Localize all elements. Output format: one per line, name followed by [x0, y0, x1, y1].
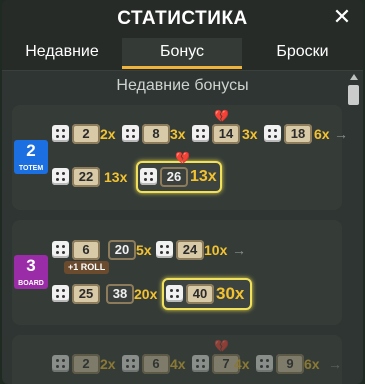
tab-bar: Недавние Бонус Броски	[2, 38, 363, 71]
roll-number: 20	[108, 240, 136, 260]
board-badge-icon: 3 BOARD	[14, 255, 48, 289]
roll-number: 25	[72, 284, 100, 304]
multiplier: 2x	[100, 126, 116, 142]
multiplier: 20x	[134, 286, 158, 302]
scroll-thumb[interactable]	[348, 85, 359, 105]
roll-number: 2	[72, 354, 100, 374]
tab-rolls[interactable]: Броски	[242, 38, 363, 69]
dice-icon	[140, 168, 157, 185]
scroll-up-icon[interactable]	[350, 74, 358, 80]
roll-row: 2 2x 6 4x 💔 7 4x 9 6x →	[52, 339, 342, 376]
roll-number: 40	[186, 284, 214, 304]
multiplier: 6x	[314, 126, 330, 142]
roll-number: 26	[160, 167, 188, 187]
multiplier: 2x	[100, 356, 116, 372]
page-title: СТАТИСТИКА	[117, 8, 248, 29]
roll-number: 38	[106, 284, 134, 304]
multiplier: 4x	[170, 356, 186, 372]
multiplier: 6x	[304, 356, 320, 372]
dice-icon	[52, 241, 69, 258]
multiplier: 3x	[170, 126, 186, 142]
roll-number: 2	[72, 124, 100, 144]
dice-icon	[52, 355, 69, 372]
multiplier: 5x	[136, 242, 152, 258]
roll-row: 22 13x 💔 26 13x	[52, 151, 342, 193]
multiplier: 3x	[242, 126, 258, 142]
badge-number: 2	[26, 141, 36, 160]
section-title: Недавние бонусы	[116, 77, 249, 94]
dice-icon	[256, 355, 273, 372]
dice-icon	[166, 285, 183, 302]
broken-heart-icon: 💔	[175, 151, 190, 165]
dice-icon	[122, 125, 139, 142]
badge-label: BOARD	[18, 280, 44, 287]
roll-number: 24	[176, 240, 204, 260]
stats-panel: СТАТИСТИКА ✕ Недавние Бонус Броски Недав…	[2, 0, 363, 384]
totem-badge-icon: 2 TOTEM	[14, 140, 48, 174]
dice-icon	[192, 125, 209, 142]
dice-icon	[52, 125, 69, 142]
broken-heart-icon: 💔	[214, 339, 229, 353]
dice-icon	[52, 168, 69, 185]
roll-number: 6	[72, 240, 100, 260]
dice-icon	[264, 125, 281, 142]
dice-icon	[52, 285, 69, 302]
dice-icon	[156, 241, 173, 258]
roll-number: 14	[212, 124, 240, 144]
roll-number: 6	[142, 354, 170, 374]
badge-label: TOTEM	[18, 165, 44, 172]
multiplier: 30x	[216, 284, 245, 303]
header: СТАТИСТИКА ✕	[2, 0, 363, 38]
tab-bonus[interactable]: Бонус	[122, 38, 242, 69]
bonus-card: 2 2x 6 4x 💔 7 4x 9 6x →	[12, 335, 342, 384]
tab-recent[interactable]: Недавние	[2, 38, 122, 69]
roll-row: 2 2x 8 3x 💔 14 3x 18 6x →	[52, 109, 348, 146]
arrow-right-icon: →	[232, 242, 246, 258]
arrow-right-icon: →	[328, 356, 342, 372]
roll-row: 6 +1 ROLL 20 5x 24 10x →	[52, 238, 342, 274]
arrow-right-icon: →	[334, 126, 348, 142]
badge-number: 3	[26, 256, 36, 275]
roll-number: 22	[72, 167, 100, 187]
multiplier: 10x	[204, 242, 228, 258]
plus-one-roll-tag: +1 ROLL	[64, 261, 110, 274]
roll-number: 9	[276, 354, 304, 374]
multiplier: 4x	[234, 356, 250, 372]
dice-icon	[192, 355, 209, 372]
dice-icon	[122, 355, 139, 372]
roll-number: 18	[284, 124, 312, 144]
broken-heart-icon: 💔	[214, 109, 229, 123]
multiplier: 13x	[190, 168, 217, 185]
scrollbar[interactable]	[348, 74, 360, 384]
roll-number: 8	[142, 124, 170, 144]
bonus-card: 3 BOARD 6 +1 ROLL 20 5x 24 10x → 25 38 2…	[12, 220, 342, 325]
multiplier: 13x	[104, 169, 128, 185]
close-icon[interactable]: ✕	[331, 6, 353, 28]
bonus-card: 2 TOTEM 2 2x 8 3x 💔 14 3x 18 6x → 22 13x…	[12, 105, 348, 210]
roll-row: 25 38 20x 40 30x	[52, 278, 342, 310]
